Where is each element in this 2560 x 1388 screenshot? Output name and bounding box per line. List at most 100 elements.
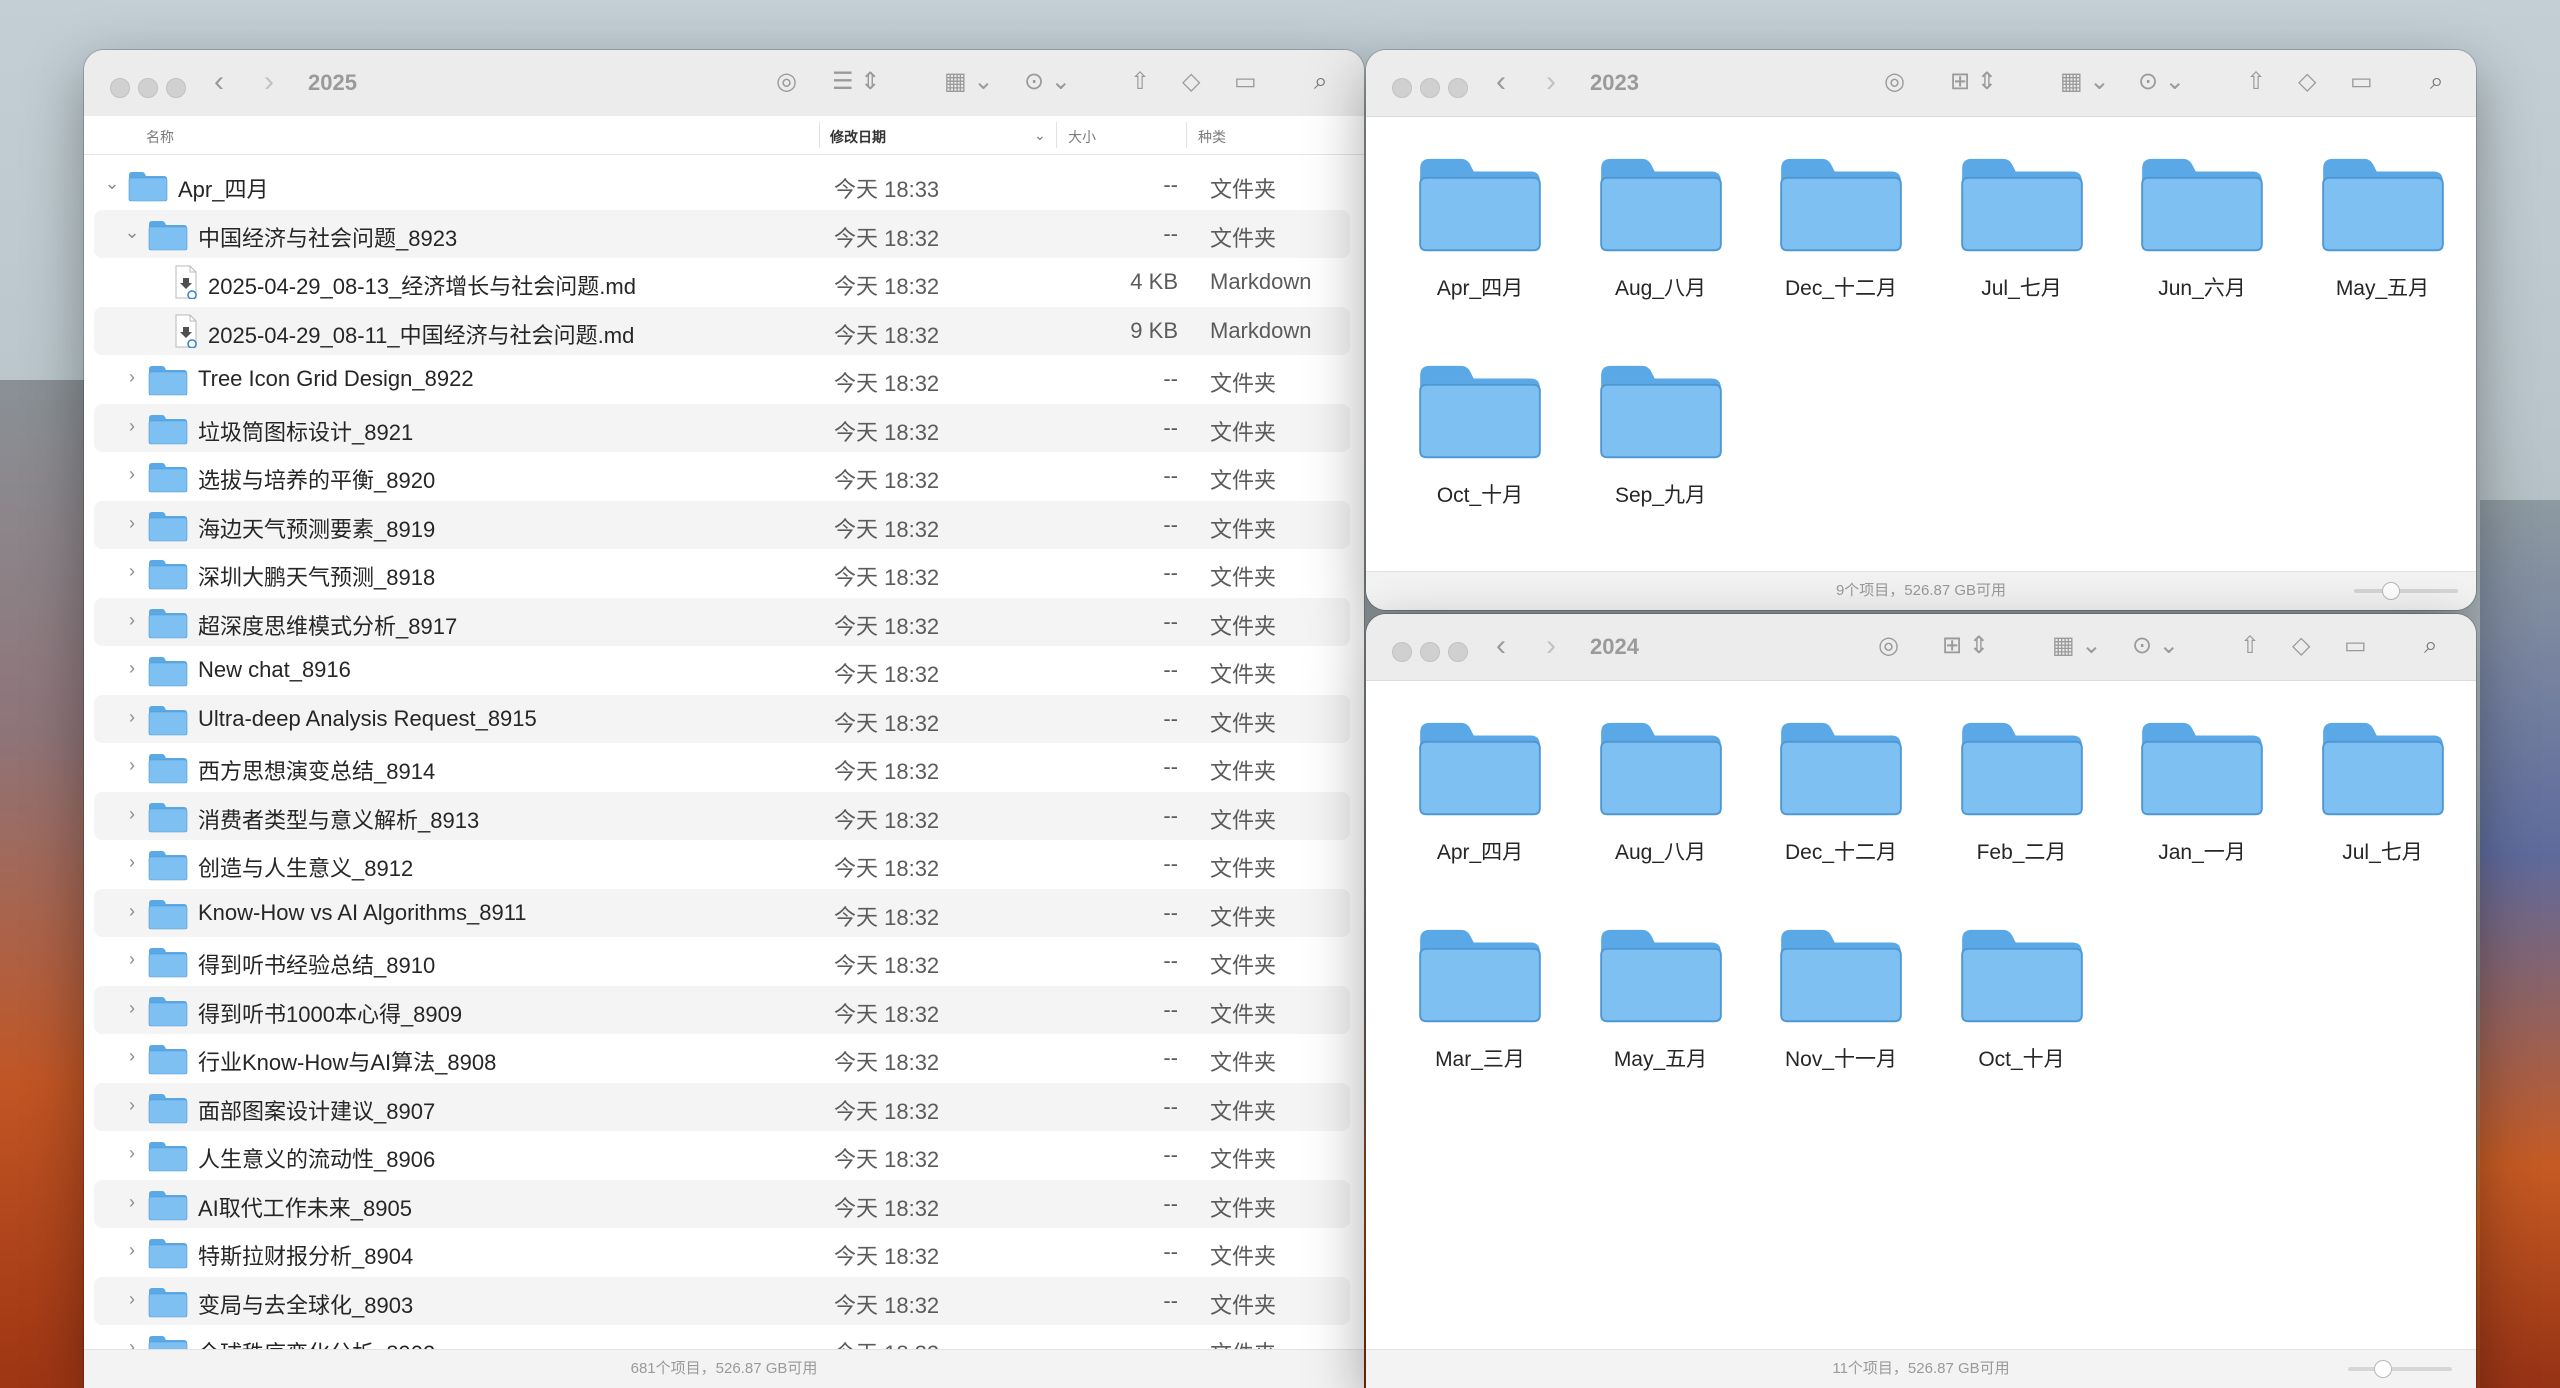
new-folder-icon[interactable]: ▭ bbox=[2344, 632, 2367, 660]
folder-item[interactable]: May_五月 bbox=[2293, 148, 2473, 302]
col-date[interactable]: 修改日期 bbox=[830, 127, 886, 147]
folder-item[interactable]: Oct_十月 bbox=[1932, 919, 2112, 1073]
slider-knob[interactable] bbox=[2382, 582, 2400, 600]
folder-row[interactable]: › Know-How vs AI Algorithms_8911 今天 18:32 -… bbox=[94, 888, 1350, 937]
folder-row[interactable]: › Tree Icon Grid Design_8922 今天 18:32 -- 文件夹 bbox=[94, 355, 1350, 404]
close-button[interactable] bbox=[1392, 642, 1412, 662]
chevron-right-icon[interactable]: › bbox=[124, 949, 140, 970]
share-icon[interactable]: ⇧ bbox=[1130, 68, 1150, 96]
back-icon[interactable]: ‹ bbox=[214, 67, 224, 97]
folder-item[interactable]: Apr_四月 bbox=[1390, 148, 1570, 302]
chevron-right-icon[interactable]: › bbox=[124, 1240, 140, 1261]
chevron-right-icon[interactable]: › bbox=[124, 610, 140, 631]
chevron-right-icon[interactable]: › bbox=[124, 513, 140, 534]
search-icon[interactable]: ⌕ bbox=[1314, 68, 1327, 96]
folder-row[interactable]: › 人生意义的流动性_8906 今天 18:32 -- 文件夹 bbox=[94, 1131, 1350, 1180]
folder-row[interactable]: ›全球秩序变化分析_8902今天 18:32--文件夹 bbox=[94, 1325, 1350, 1350]
folder-row[interactable]: › New chat_8916 今天 18:32 -- 文件夹 bbox=[94, 646, 1350, 695]
folder-item[interactable]: Feb_二月 bbox=[1932, 712, 2112, 866]
close-button[interactable] bbox=[110, 78, 130, 98]
icon-view-icon[interactable]: ⊞ ⇕ bbox=[1942, 632, 1989, 660]
zoom-button[interactable] bbox=[166, 78, 186, 98]
chevron-right-icon[interactable]: › bbox=[124, 1046, 140, 1067]
folder-row[interactable]: ⌄ Apr_四月 今天 18:33 -- 文件夹 bbox=[94, 161, 1350, 210]
search-icon[interactable]: ⌕ bbox=[2424, 632, 2437, 660]
airdrop-icon[interactable]: ◎ bbox=[1878, 632, 1899, 660]
folder-item[interactable]: Dec_十二月 bbox=[1751, 148, 1931, 302]
file-row[interactable]: 2025-04-29_08-13_经济增长与社会问题.md 今天 18:32 4 K… bbox=[94, 258, 1350, 307]
search-icon[interactable]: ⌕ bbox=[2430, 68, 2443, 96]
chevron-right-icon[interactable]: › bbox=[124, 416, 140, 437]
share-icon[interactable]: ⇧ bbox=[2240, 632, 2260, 660]
chevron-right-icon[interactable]: › bbox=[124, 755, 140, 776]
minimize-button[interactable] bbox=[138, 78, 158, 98]
folder-item[interactable]: Apr_四月 bbox=[1390, 712, 1570, 866]
folder-row[interactable]: ⌄ 中国经济与社会问题_8923 今天 18:32 -- 文件夹 bbox=[94, 209, 1350, 258]
folder-row[interactable]: › 面部图案设计建议_8907 今天 18:32 -- 文件夹 bbox=[94, 1082, 1350, 1131]
close-button[interactable] bbox=[1392, 78, 1412, 98]
folder-row[interactable]: › 行业Know-How与AI算法_8908 今天 18:32 -- 文件夹 bbox=[94, 1034, 1350, 1083]
folder-item[interactable]: Aug_八月 bbox=[1571, 712, 1751, 866]
more-icon[interactable]: ⊙ ⌄ bbox=[1024, 68, 1071, 96]
folder-row[interactable]: › 垃圾筒图标设计_8921 今天 18:32 -- 文件夹 bbox=[94, 403, 1350, 452]
chevron-right-icon[interactable]: › bbox=[124, 852, 140, 873]
chevron-right-icon[interactable]: › bbox=[124, 658, 140, 679]
sort-chevron-icon[interactable]: ⌄ bbox=[1034, 127, 1046, 144]
slider-knob[interactable] bbox=[2374, 1360, 2392, 1378]
zoom-button[interactable] bbox=[1448, 642, 1468, 662]
folder-row[interactable]: › 选拔与培养的平衡_8920 今天 18:32 -- 文件夹 bbox=[94, 452, 1350, 501]
col-kind[interactable]: 种类 bbox=[1198, 127, 1226, 147]
group-icon[interactable]: ▦ ⌄ bbox=[2060, 68, 2109, 96]
chevron-right-icon[interactable]: › bbox=[124, 1192, 140, 1213]
folder-item[interactable]: Sep_九月 bbox=[1571, 355, 1751, 509]
folder-item[interactable]: Jan_一月 bbox=[2112, 712, 2292, 866]
folder-item[interactable]: May_五月 bbox=[1571, 919, 1751, 1073]
group-icon[interactable]: ▦ ⌄ bbox=[944, 68, 993, 96]
new-folder-icon[interactable]: ▭ bbox=[2350, 68, 2373, 96]
icon-size-slider[interactable] bbox=[2354, 589, 2458, 593]
folder-item[interactable]: Jun_六月 bbox=[2112, 148, 2292, 302]
folder-row[interactable]: › 特斯拉财报分析_8904 今天 18:32 -- 文件夹 bbox=[94, 1228, 1350, 1277]
airdrop-icon[interactable]: ◎ bbox=[1884, 68, 1905, 96]
chevron-right-icon[interactable]: › bbox=[124, 561, 140, 582]
folder-row[interactable]: › 消费者类型与意义解析_8913 今天 18:32 -- 文件夹 bbox=[94, 791, 1350, 840]
new-folder-icon[interactable]: ▭ bbox=[1234, 68, 1257, 96]
folder-row[interactable]: › AI取代工作未来_8905 今天 18:32 -- 文件夹 bbox=[94, 1179, 1350, 1228]
folder-row[interactable]: › 西方思想演变总结_8914 今天 18:32 -- 文件夹 bbox=[94, 743, 1350, 792]
folder-row[interactable]: › 创造与人生意义_8912 今天 18:32 -- 文件夹 bbox=[94, 840, 1350, 889]
forward-icon[interactable]: › bbox=[1546, 631, 1556, 661]
chevron-right-icon[interactable]: › bbox=[124, 1143, 140, 1164]
folder-row[interactable]: › Ultra-deep Analysis Request_8915 今天 18:3… bbox=[94, 694, 1350, 743]
chevron-right-icon[interactable]: › bbox=[124, 1095, 140, 1116]
share-icon[interactable]: ⇧ bbox=[2246, 68, 2266, 96]
folder-item[interactable]: Dec_十二月 bbox=[1751, 712, 1931, 866]
folder-item[interactable]: Oct_十月 bbox=[1390, 355, 1570, 509]
folder-item[interactable]: Jul_七月 bbox=[1932, 148, 2112, 302]
folder-row[interactable]: › 深圳大鹏天气预测_8918 今天 18:32 -- 文件夹 bbox=[94, 549, 1350, 598]
group-icon[interactable]: ▦ ⌄ bbox=[2052, 632, 2101, 660]
minimize-button[interactable] bbox=[1420, 642, 1440, 662]
file-row[interactable]: 2025-04-29_08-11_中国经济与社会问题.md 今天 18:32 9 K… bbox=[94, 306, 1350, 355]
icon-size-slider[interactable] bbox=[2348, 1367, 2452, 1371]
forward-icon[interactable]: › bbox=[264, 67, 274, 97]
chevron-down-icon[interactable]: ⌄ bbox=[124, 222, 140, 243]
airdrop-icon[interactable]: ◎ bbox=[776, 68, 797, 96]
more-icon[interactable]: ⊙ ⌄ bbox=[2138, 68, 2185, 96]
folder-item[interactable]: Aug_八月 bbox=[1571, 148, 1751, 302]
folder-row[interactable]: › 超深度思维模式分析_8917 今天 18:32 -- 文件夹 bbox=[94, 597, 1350, 646]
forward-icon[interactable]: › bbox=[1546, 67, 1556, 97]
list-view-icon[interactable]: ☰ ⇕ bbox=[832, 68, 880, 96]
chevron-right-icon[interactable]: › bbox=[124, 367, 140, 388]
folder-item[interactable]: Mar_三月 bbox=[1390, 919, 1570, 1073]
folder-row[interactable]: › 变局与去全球化_8903 今天 18:32 -- 文件夹 bbox=[94, 1276, 1350, 1325]
tag-icon[interactable]: ◇ bbox=[2298, 68, 2316, 96]
col-name[interactable]: 名称 bbox=[146, 127, 174, 147]
chevron-right-icon[interactable]: › bbox=[124, 901, 140, 922]
tag-icon[interactable]: ◇ bbox=[2292, 632, 2310, 660]
chevron-right-icon[interactable]: › bbox=[124, 707, 140, 728]
back-icon[interactable]: ‹ bbox=[1496, 67, 1506, 97]
folder-row[interactable]: › 得到听书经验总结_8910 今天 18:32 -- 文件夹 bbox=[94, 937, 1350, 986]
icon-view-icon[interactable]: ⊞ ⇕ bbox=[1950, 68, 1997, 96]
folder-item[interactable]: Nov_十一月 bbox=[1751, 919, 1931, 1073]
folder-row[interactable]: › 得到听书1000本心得_8909 今天 18:32 -- 文件夹 bbox=[94, 985, 1350, 1034]
